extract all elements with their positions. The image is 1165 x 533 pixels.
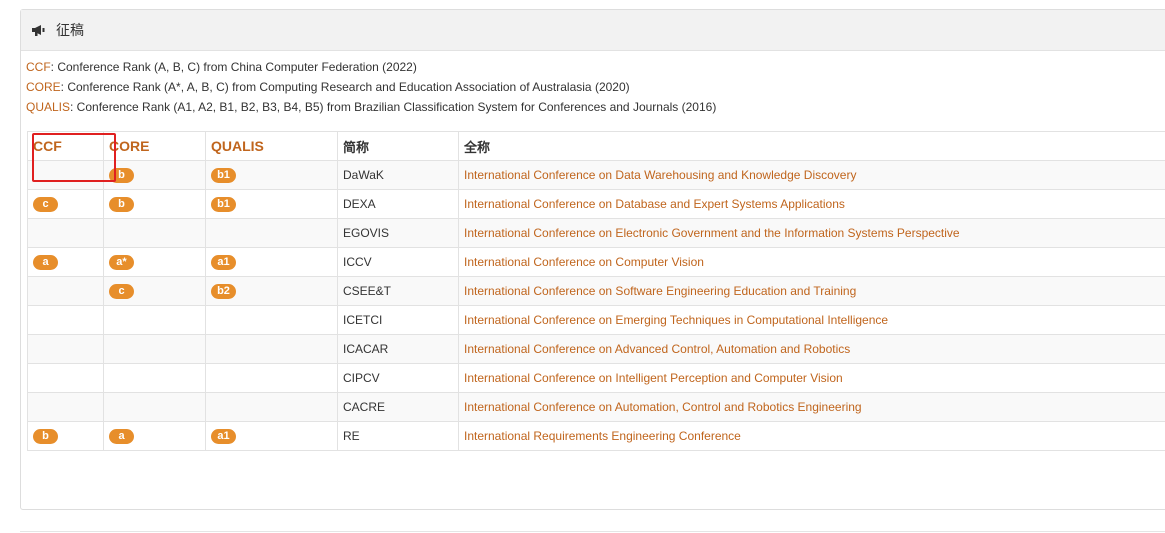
ccf-rank-badge: b <box>33 429 58 444</box>
qualis-rank-badge: a1 <box>211 429 236 444</box>
cell-core: a <box>103 421 206 451</box>
core-rank-badge: b <box>109 168 134 183</box>
cell-qualis <box>205 218 338 248</box>
cell-core <box>103 392 206 422</box>
cell-full-name: International Conference on Intelligent … <box>458 363 1165 393</box>
table-header-row: CCF CORE QUALIS 简称 全称 <box>27 131 1165 161</box>
cell-full-name: International Conference on Software Eng… <box>458 276 1165 306</box>
table-row: ICACAR International Conference on Advanc… <box>27 334 1165 364</box>
cell-ccf <box>27 218 104 248</box>
megaphone-icon <box>31 23 47 37</box>
cell-qualis <box>205 305 338 335</box>
cell-full-name: International Conference on Advanced Con… <box>458 334 1165 364</box>
cell-ccf <box>27 160 104 190</box>
cell-qualis <box>205 392 338 422</box>
cell-core <box>103 334 206 364</box>
core-rank-badge: b <box>109 197 134 212</box>
cell-core <box>103 363 206 393</box>
conference-link[interactable]: International Conference on Automation, … <box>464 400 862 414</box>
conference-link[interactable]: International Conference on Electronic G… <box>464 226 960 240</box>
table-row: ICETCI International Conference on Emergi… <box>27 305 1165 335</box>
table-row: b b1 DaWaK International Conference on Data… <box>27 160 1165 190</box>
cell-short-name: CIPCV <box>337 363 459 393</box>
qualis-rank-badge: b1 <box>211 168 236 183</box>
cell-short-name: DEXA <box>337 189 459 219</box>
cell-qualis: b2 <box>205 276 338 306</box>
cell-short-name: CSEE&T <box>337 276 459 306</box>
call-for-papers-panel: 征稿 CCF: Conference Rank (A, B, C) from C… <box>20 9 1165 510</box>
cell-core: b <box>103 189 206 219</box>
legend-line-ccf: CCF: Conference Rank (A, B, C) from Chin… <box>26 60 417 74</box>
cell-short-name: EGOVIS <box>337 218 459 248</box>
conference-link[interactable]: International Conference on Data Warehou… <box>464 168 856 182</box>
conference-link[interactable]: International Conference on Advanced Con… <box>464 342 850 356</box>
header-core: CORE <box>103 131 206 161</box>
cell-full-name: International Conference on Electronic G… <box>458 218 1165 248</box>
cell-ccf: c <box>27 189 104 219</box>
cell-core <box>103 218 206 248</box>
header-ccf: CCF <box>27 131 104 161</box>
cell-short-name: ICCV <box>337 247 459 277</box>
rank-legend: CCF: Conference Rank (A, B, C) from Chin… <box>26 57 716 117</box>
qualis-rank-badge: b1 <box>211 197 236 212</box>
cell-short-name: DaWaK <box>337 160 459 190</box>
cell-ccf: a <box>27 247 104 277</box>
core-rank-badge: c <box>109 284 134 299</box>
table-row: c b b1 DEXA International Conference on Data… <box>27 189 1165 219</box>
panel-heading: 征稿 <box>21 10 1165 51</box>
cell-ccf <box>27 392 104 422</box>
legend-line-core: CORE: Conference Rank (A*, A, B, C) from… <box>26 80 630 94</box>
cell-qualis: a1 <box>205 421 338 451</box>
cell-short-name: CACRE <box>337 392 459 422</box>
cell-ccf <box>27 305 104 335</box>
header-qualis: QUALIS <box>205 131 338 161</box>
cell-full-name: International Conference on Automation, … <box>458 392 1165 422</box>
table-row: EGOVIS International Conference on Electr… <box>27 218 1165 248</box>
conference-link[interactable]: International Conference on Computer Vis… <box>464 255 704 269</box>
header-short-name: 简称 <box>337 131 459 161</box>
cell-qualis: a1 <box>205 247 338 277</box>
cell-full-name: International Conference on Database and… <box>458 189 1165 219</box>
conference-link[interactable]: International Conference on Intelligent … <box>464 371 843 385</box>
conference-link[interactable]: International Conference on Emerging Tec… <box>464 313 888 327</box>
cell-full-name: International Conference on Emerging Tec… <box>458 305 1165 335</box>
conference-rank-table: CCF CORE QUALIS 简称 全称 b b1 DaWaK Internatio… <box>27 131 1165 451</box>
cell-short-name: ICETCI <box>337 305 459 335</box>
table-row: CIPCV International Conference on Intelli… <box>27 363 1165 393</box>
panel-title: 征稿 <box>56 22 84 38</box>
conference-link[interactable]: International Conference on Database and… <box>464 197 845 211</box>
table-row: a a* a1 ICCV International Conference on Com… <box>27 247 1165 277</box>
cell-core: c <box>103 276 206 306</box>
divider <box>20 531 1165 532</box>
cell-ccf: b <box>27 421 104 451</box>
conference-link[interactable]: International Conference on Software Eng… <box>464 284 856 298</box>
legend-line-qualis: QUALIS: Conference Rank (A1, A2, B1, B2,… <box>26 100 717 114</box>
cell-short-name: ICACAR <box>337 334 459 364</box>
cell-qualis <box>205 363 338 393</box>
cell-qualis: b1 <box>205 160 338 190</box>
core-rank-badge: a <box>109 429 134 444</box>
table-row: b a a1 RE International Requirements Enginee… <box>27 421 1165 451</box>
cell-core: b <box>103 160 206 190</box>
cell-full-name: International Requirements Engineering C… <box>458 421 1165 451</box>
cell-ccf <box>27 334 104 364</box>
cell-full-name: International Conference on Data Warehou… <box>458 160 1165 190</box>
cell-ccf <box>27 276 104 306</box>
cell-qualis <box>205 334 338 364</box>
cell-core <box>103 305 206 335</box>
conference-link[interactable]: International Requirements Engineering C… <box>464 429 741 443</box>
cell-qualis: b1 <box>205 189 338 219</box>
header-full-name: 全称 <box>458 131 1165 161</box>
qualis-rank-badge: b2 <box>211 284 236 299</box>
core-rank-badge: a* <box>109 255 134 270</box>
cell-short-name: RE <box>337 421 459 451</box>
qualis-rank-badge: a1 <box>211 255 236 270</box>
cell-ccf <box>27 363 104 393</box>
cell-full-name: International Conference on Computer Vis… <box>458 247 1165 277</box>
ccf-rank-badge: a <box>33 255 58 270</box>
ccf-rank-badge: c <box>33 197 58 212</box>
table-row: c b2 CSEE&T International Conference on Sof… <box>27 276 1165 306</box>
cell-core: a* <box>103 247 206 277</box>
table-row: CACRE International Conference on Automat… <box>27 392 1165 422</box>
